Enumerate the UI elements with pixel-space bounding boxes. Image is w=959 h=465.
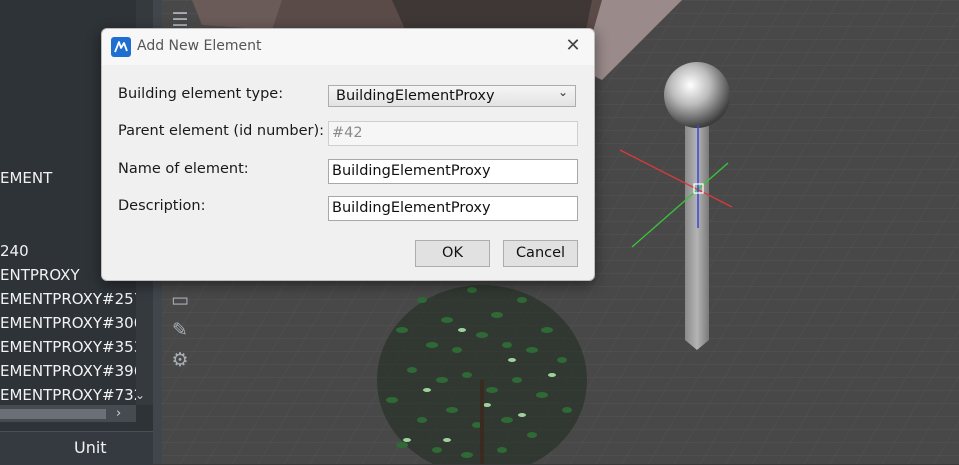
tree-item[interactable]: EMENTPROXY#353 xyxy=(0,338,143,356)
add-element-dialog: Add New Element ✕ Building element type:… xyxy=(101,28,595,281)
element-type-value: BuildingElementProxy xyxy=(336,88,495,104)
description-input[interactable]: BuildingElementProxy xyxy=(328,196,578,221)
description-label: Description: xyxy=(118,198,206,214)
sphere-element xyxy=(664,62,730,128)
chevron-down-icon[interactable]: ⌄ xyxy=(135,388,145,402)
ok-button[interactable]: OK xyxy=(415,240,490,267)
parent-element-label: Parent element (id number): xyxy=(118,123,325,139)
element-type-label: Building element type: xyxy=(118,86,284,102)
close-icon[interactable]: ✕ xyxy=(562,35,584,57)
gear-icon[interactable]: ⚙ xyxy=(168,348,192,372)
parent-element-input[interactable]: #42 xyxy=(328,121,578,146)
screen-icon[interactable]: ▭ xyxy=(168,288,192,312)
cancel-button[interactable]: Cancel xyxy=(503,240,578,267)
dialog-title: Add New Element xyxy=(137,38,262,54)
pencil-icon[interactable]: ✎ xyxy=(168,318,192,342)
element-type-select[interactable]: BuildingElementProxy ⌄ xyxy=(328,85,576,107)
scrollbar-thumb[interactable] xyxy=(0,409,106,419)
tree-item[interactable]: 240 xyxy=(0,242,29,260)
pole-element xyxy=(685,115,709,350)
tree-item[interactable]: EMENTPROXY#396 xyxy=(0,362,143,380)
tree-item[interactable]: EMENTPROXY#257 xyxy=(0,290,143,308)
chevron-down-icon: ⌄ xyxy=(558,85,569,99)
unit-label[interactable]: Unit xyxy=(74,438,107,457)
tree-item[interactable]: ENTPROXY xyxy=(0,266,80,284)
element-name-input[interactable]: BuildingElementProxy xyxy=(328,159,578,184)
element-name-label: Name of element: xyxy=(118,161,249,177)
tree-item[interactable]: EMENT xyxy=(0,169,52,187)
tree-item[interactable]: EMENTPROXY#300 xyxy=(0,314,143,332)
tree-item[interactable]: EMENTPROXY#732 xyxy=(0,386,143,404)
chevron-right-icon[interactable]: › xyxy=(116,406,121,421)
app-logo-icon xyxy=(111,37,131,57)
